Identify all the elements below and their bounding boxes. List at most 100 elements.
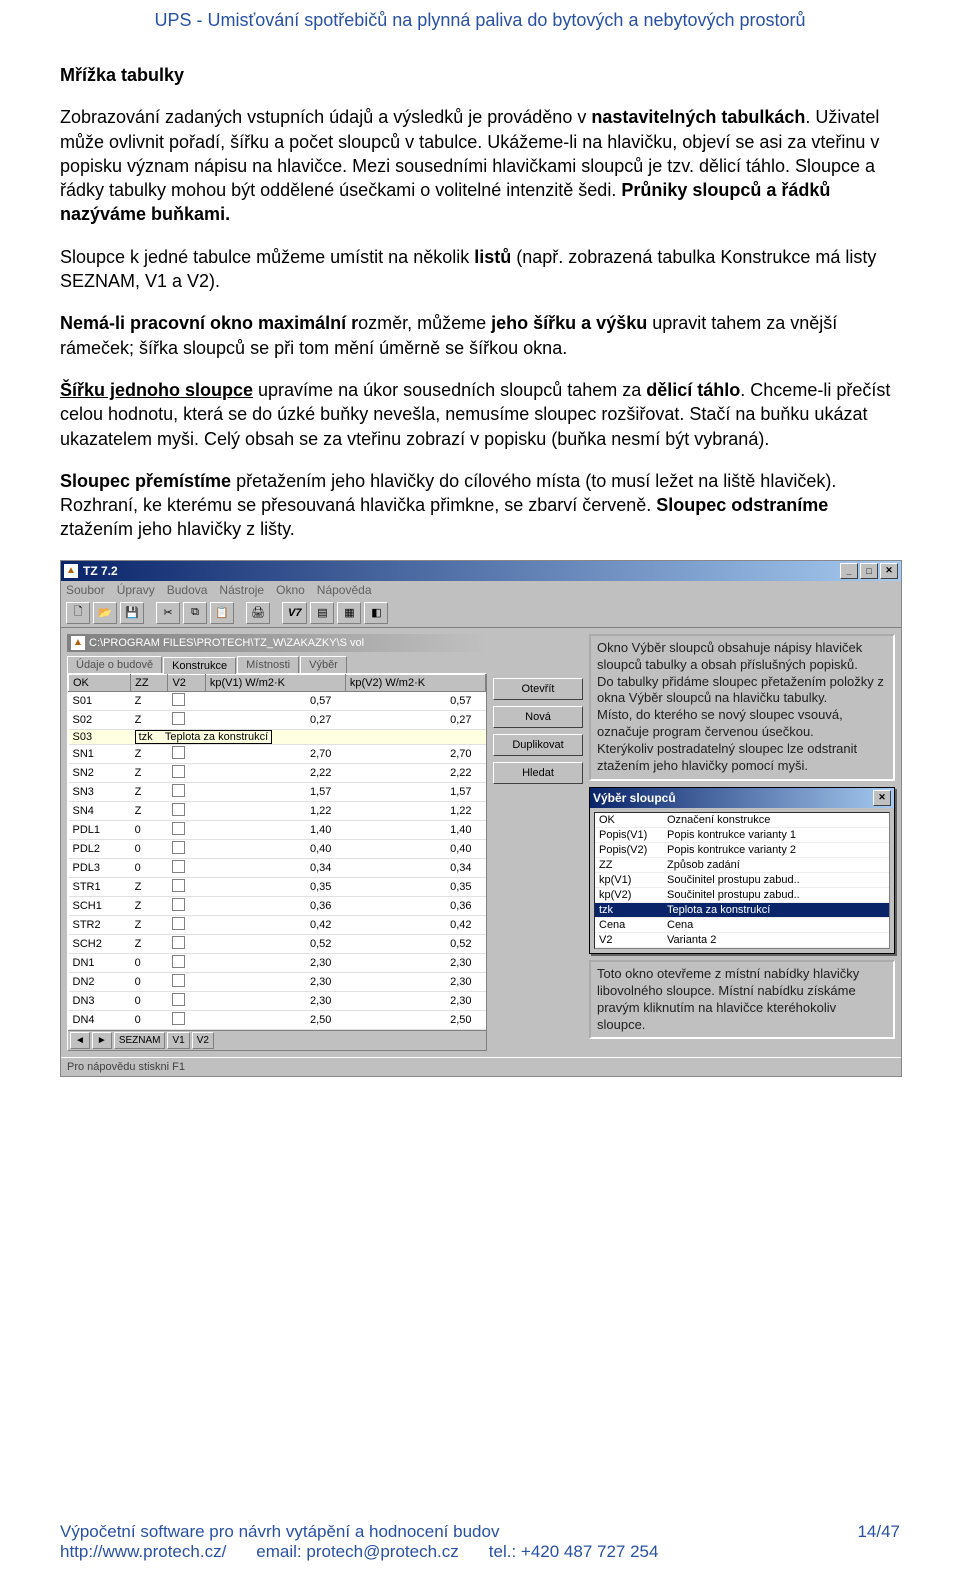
sheet-tabs[interactable]: ◄ ► SEZNAMV1V2: [68, 1030, 486, 1050]
menu-item[interactable]: Budova: [167, 583, 208, 597]
tool-a-icon[interactable]: ▤: [310, 602, 334, 624]
page-footer: 14/47 Výpočetní software pro návrh vytáp…: [60, 1522, 900, 1562]
table-row[interactable]: PDL200,400,40: [69, 839, 486, 858]
app-screenshot: ▲ TZ 7.2 _ □ ✕ Soubor Úpravy Budova Nástroj…: [60, 560, 902, 1077]
menu-item[interactable]: Nápověda: [317, 583, 372, 597]
v7-button[interactable]: V7: [282, 602, 307, 624]
checkbox-icon[interactable]: [172, 822, 185, 835]
panel-button[interactable]: Nová: [493, 706, 583, 728]
checkbox-icon[interactable]: [172, 993, 185, 1006]
list-item[interactable]: ZZZpůsob zadání: [595, 858, 889, 873]
list-item[interactable]: CenaCena: [595, 918, 889, 933]
table-row[interactable]: PDL300,340,34: [69, 858, 486, 877]
checkbox-icon[interactable]: [172, 936, 185, 949]
sheet-prev-icon[interactable]: ◄: [70, 1032, 90, 1049]
table-row[interactable]: STR2Z0,420,42: [69, 915, 486, 934]
panel-button[interactable]: Duplikovat: [493, 734, 583, 756]
checkbox-icon[interactable]: [172, 1012, 185, 1025]
checkbox-icon[interactable]: [172, 803, 185, 816]
column-header[interactable]: OK: [69, 674, 131, 691]
checkbox-icon[interactable]: [172, 860, 185, 873]
paragraph-2: Sloupce k jedné tabulce můžeme umístit n…: [60, 245, 900, 294]
list-item[interactable]: kp(V1)Součinitel prostupu zabud..: [595, 873, 889, 888]
page-number: 14/47: [857, 1522, 900, 1542]
panel-button[interactable]: Hledat: [493, 762, 583, 784]
sheet-tab[interactable]: V2: [192, 1032, 214, 1049]
table-row[interactable]: SCH1Z0,360,36: [69, 896, 486, 915]
sheet-next-icon[interactable]: ►: [92, 1032, 112, 1049]
sheet-tab[interactable]: V1: [167, 1032, 189, 1049]
tab[interactable]: Konstrukce: [163, 657, 236, 674]
column-header[interactable]: V2: [168, 674, 205, 691]
menu-item[interactable]: Okno: [276, 583, 305, 597]
tool-c-icon[interactable]: ◧: [364, 602, 388, 624]
panel-button[interactable]: Otevřít: [493, 678, 583, 700]
checkbox-icon[interactable]: [172, 974, 185, 987]
column-header[interactable]: ZZ: [131, 674, 168, 691]
checkbox-icon[interactable]: [172, 879, 185, 892]
column-picker-popup[interactable]: Výběr sloupců ✕ OKOznačení konstrukcePop…: [589, 787, 895, 954]
checkbox-icon[interactable]: [172, 712, 185, 725]
table-row[interactable]: DN402,502,50: [69, 1010, 486, 1029]
list-item[interactable]: tzkTeplota za konstrukcí: [595, 903, 889, 918]
table-row[interactable]: S03tzk Teplota za konstrukcí: [69, 729, 486, 744]
checkbox-icon[interactable]: [172, 898, 185, 911]
new-icon[interactable]: 🗋: [66, 602, 90, 624]
column-header[interactable]: kp(V1) W/m2·K: [205, 674, 345, 691]
table-row[interactable]: STR1Z0,350,35: [69, 877, 486, 896]
list-item[interactable]: V2Varianta 2: [595, 933, 889, 948]
tab[interactable]: Místnosti: [237, 656, 299, 673]
popup-close-icon[interactable]: ✕: [873, 790, 891, 806]
table-row[interactable]: S02Z0,270,27: [69, 710, 486, 729]
save-icon[interactable]: 💾: [120, 602, 144, 624]
table-row[interactable]: DN102,302,30: [69, 953, 486, 972]
open-icon[interactable]: 📂: [93, 602, 117, 624]
toolbar[interactable]: 🗋 📂 💾 ✂ ⧉ 📋 🖨 V7 ▤ ▦ ◧: [61, 599, 901, 628]
paste-icon[interactable]: 📋: [210, 602, 234, 624]
checkbox-icon[interactable]: [172, 746, 185, 759]
list-item[interactable]: kp(V2)Součinitel prostupu zabud..: [595, 888, 889, 903]
menu-item[interactable]: Nástroje: [219, 583, 264, 597]
list-item[interactable]: OKOznačení konstrukce: [595, 813, 889, 828]
cut-icon[interactable]: ✂: [156, 602, 180, 624]
minimize-button[interactable]: _: [840, 563, 858, 579]
tab-bar[interactable]: Údaje o budověKonstrukceMístnostiVýběr: [67, 656, 487, 673]
sheet-tab[interactable]: SEZNAM: [114, 1032, 166, 1049]
table-row[interactable]: SN4Z1,221,22: [69, 801, 486, 820]
footer-tel: tel.: +420 487 727 254: [489, 1542, 659, 1562]
list-item[interactable]: Popis(V2)Popis kontrukce varianty 2: [595, 843, 889, 858]
close-button[interactable]: ✕: [880, 563, 898, 579]
column-list[interactable]: OKOznačení konstrukcePopis(V1)Popis kont…: [594, 812, 890, 949]
table-row[interactable]: S01Z0,570,57: [69, 691, 486, 710]
table-row[interactable]: SN3Z1,571,57: [69, 782, 486, 801]
checkbox-icon[interactable]: [172, 841, 185, 854]
table-row[interactable]: DN202,302,30: [69, 972, 486, 991]
data-table[interactable]: OKZZV2kp(V1) W/m2·Kkp(V2) W/m2·KS01Z0,57…: [67, 673, 487, 1051]
paragraph-4: Šířku jednoho sloupce upravíme na úkor s…: [60, 378, 900, 451]
checkbox-icon[interactable]: [172, 765, 185, 778]
checkbox-icon[interactable]: [172, 955, 185, 968]
table-row[interactable]: PDL101,401,40: [69, 820, 486, 839]
checkbox-icon[interactable]: [172, 693, 185, 706]
column-header[interactable]: kp(V2) W/m2·K: [345, 674, 485, 691]
footer-url: http://www.protech.cz/: [60, 1542, 226, 1562]
maximize-button[interactable]: □: [860, 563, 878, 579]
titlebar[interactable]: ▲ TZ 7.2 _ □ ✕: [61, 561, 901, 581]
tab[interactable]: Výběr: [300, 656, 347, 673]
print-icon[interactable]: 🖨: [246, 602, 270, 624]
menubar[interactable]: Soubor Úpravy Budova Nástroje Okno Nápověda: [61, 581, 901, 599]
status-bar: Pro nápovědu stiskni F1: [61, 1057, 901, 1076]
table-row[interactable]: DN302,302,30: [69, 991, 486, 1010]
menu-item[interactable]: Soubor: [66, 583, 105, 597]
tab[interactable]: Údaje o budově: [67, 656, 162, 673]
checkbox-icon[interactable]: [172, 917, 185, 930]
list-item[interactable]: Popis(V1)Popis kontrukce varianty 1: [595, 828, 889, 843]
table-row[interactable]: SN1Z2,702,70: [69, 744, 486, 763]
copy-icon[interactable]: ⧉: [183, 602, 207, 624]
table-row[interactable]: SN2Z2,222,22: [69, 763, 486, 782]
menu-item[interactable]: Úpravy: [117, 583, 155, 597]
table-row[interactable]: SCH2Z0,520,52: [69, 934, 486, 953]
tool-b-icon[interactable]: ▦: [337, 602, 361, 624]
checkbox-icon[interactable]: [172, 784, 185, 797]
left-panel: ▲ C:\PROGRAM FILES\PROTECH\TZ_W\ZAKAZKY\…: [67, 634, 487, 1051]
